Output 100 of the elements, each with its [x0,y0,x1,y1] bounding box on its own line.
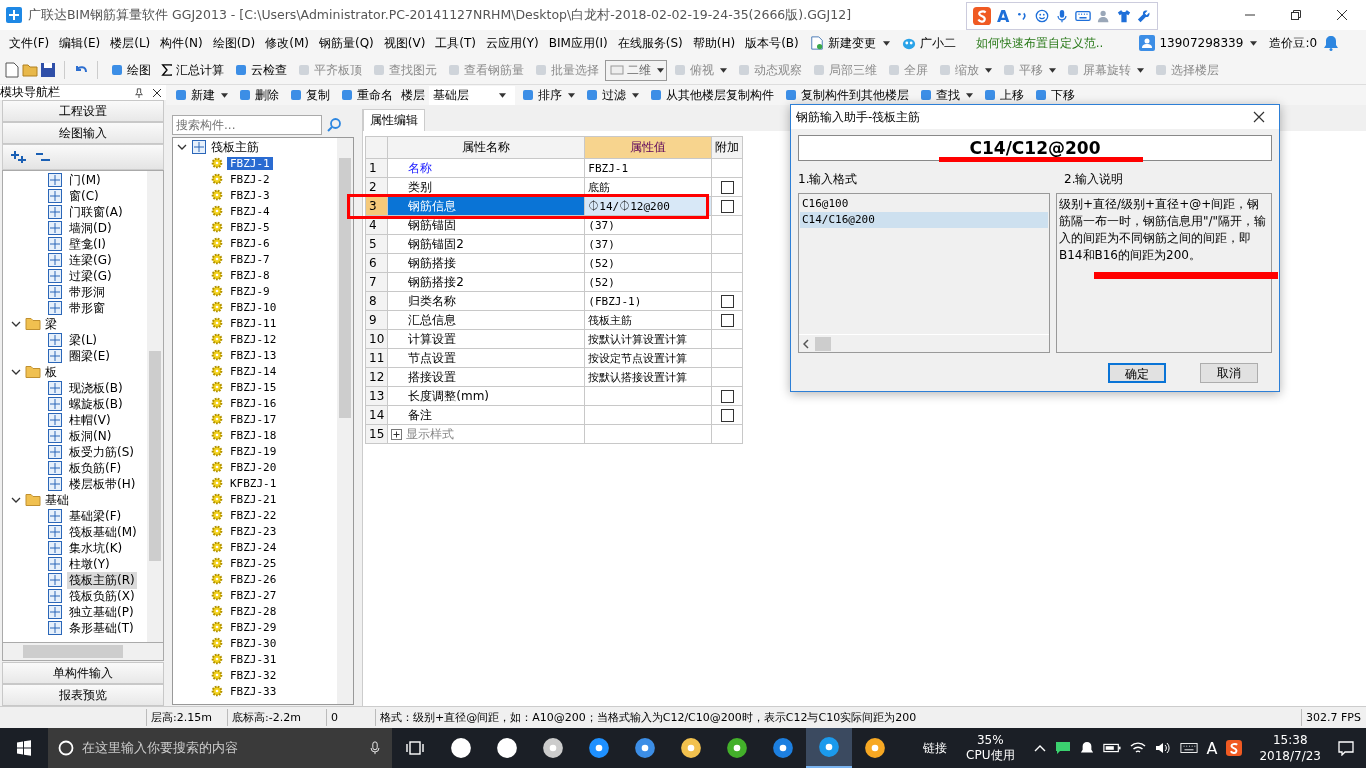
menu-item[interactable]: 帮助(H) [687,34,741,52]
property-value[interactable]: 按默认计算设置计算 [584,329,712,349]
component-item[interactable]: FBZJ-9 [227,284,273,298]
tree-item[interactable]: 柱墩(Y) [67,555,112,573]
toolbar-button[interactable]: 下移 [1030,85,1079,105]
toolbar-button[interactable]: 新建 [170,85,232,105]
component-item[interactable]: FBZJ-10 [227,300,280,314]
toolbar-button[interactable]: 复制 [285,85,334,105]
chat-icon[interactable] [1054,740,1071,756]
component-item[interactable]: FBZJ-30 [227,636,280,650]
component-item[interactable]: FBZJ-22 [227,508,280,522]
restore-icon[interactable] [1290,9,1302,21]
component-item[interactable]: FBZJ-31 [227,652,280,666]
menu-item[interactable]: 文件(F) [4,34,55,52]
tree-item[interactable]: 现浇板(B) [67,379,125,397]
list-item[interactable]: C14/C16@200 [800,212,1048,228]
tree-group[interactable]: 筏板主筋 [211,138,259,156]
component-item[interactable]: FBZJ-21 [227,492,280,506]
tree-item[interactable]: 螺旋板(B) [67,395,125,413]
property-value[interactable]: (37) [584,234,712,254]
component-item[interactable]: FBZJ-23 [227,524,280,538]
new-file-icon[interactable] [4,62,20,78]
menu-item[interactable]: 构件(N) [155,34,208,52]
tree-item[interactable]: 门联窗(A) [67,203,125,221]
tree-item[interactable]: 楼层板带(H) [67,475,138,493]
expand-all-icon[interactable] [11,149,27,165]
tree-item[interactable]: 柱帽(V) [67,411,113,429]
tree-item[interactable]: 带形洞 [67,283,107,301]
clock-date[interactable]: 2018/7/23 [1259,748,1321,764]
clock-time[interactable]: 15:38 [1272,732,1308,748]
component-item[interactable]: FBZJ-16 [227,396,280,410]
module-button[interactable]: 报表预览 [2,684,164,706]
tree-item[interactable]: 过梁(G) [67,267,114,285]
component-item[interactable]: FBZJ-7 [227,252,273,266]
chevron-left-icon[interactable] [803,338,809,349]
checkbox[interactable] [720,200,734,213]
toolbar-button[interactable]: 复制构件到其他楼层 [780,85,913,105]
component-item[interactable]: KFBZJ-1 [227,476,280,490]
tree-item[interactable]: 壁龛(I) [67,235,108,253]
checkbox[interactable] [720,314,734,327]
component-item[interactable]: FBZJ-33 [227,684,280,698]
task-view-icon[interactable] [406,739,424,757]
property-name[interactable]: 显示样式 [387,424,585,444]
tree-item[interactable]: 门(M) [67,171,103,189]
toolbar-button[interactable]: 重命名 [336,85,397,105]
toolbar-button[interactable]: 绘图 [106,60,155,80]
chevron-icon[interactable] [11,319,21,329]
component-item[interactable]: FBZJ-1 [227,156,273,170]
wrench-icon[interactable] [1137,9,1152,23]
search-icon[interactable] [326,117,342,133]
property-value[interactable]: (52) [584,253,712,273]
property-name[interactable]: 汇总信息 [387,310,585,330]
search-field[interactable]: 在这里输入你要搜索的内容 [48,728,392,768]
checkbox[interactable] [720,390,734,403]
menu-item[interactable]: 工具(T) [430,34,482,52]
component-item[interactable]: FBZJ-19 [227,444,280,458]
input-mode[interactable]: A [1206,738,1218,758]
scrollbar-thumb[interactable] [815,336,831,351]
component-item[interactable]: FBZJ-18 [227,428,280,442]
component-item[interactable]: FBZJ-12 [227,332,280,346]
toolbar-button[interactable]: 过滤 [581,85,643,105]
tree-item[interactable]: 板受力筋(S) [67,443,136,461]
component-item[interactable]: FBZJ-20 [227,460,280,474]
menu-item[interactable]: 楼层(L) [105,34,156,52]
menu-item[interactable]: 钢筋量(Q) [313,34,379,52]
assistant-button[interactable]: 广小二 [895,34,962,52]
property-value[interactable]: 按默认搭接设置计算 [584,367,712,387]
module-button[interactable]: 工程设置 [2,100,164,122]
save-icon[interactable] [40,62,56,78]
close-icon[interactable] [1253,111,1265,123]
toolbar-button[interactable]: 删除 [234,85,283,105]
tree-group[interactable]: 梁 [45,315,57,333]
tree-group[interactable]: 基础 [45,491,69,509]
toolbar-button[interactable]: 云检查 [230,60,291,80]
component-item[interactable]: FBZJ-15 [227,380,280,394]
chevron-icon[interactable] [177,142,187,152]
component-item[interactable]: FBZJ-17 [227,412,280,426]
menu-item[interactable]: 视图(V) [378,34,431,52]
menu-item[interactable]: 编辑(E) [54,34,106,52]
new-change-button[interactable]: 新建变更 [803,34,896,52]
property-name[interactable]: 归类名称 [387,291,585,311]
component-item[interactable]: FBZJ-6 [227,236,273,250]
menu-item[interactable]: 绘图(D) [207,34,261,52]
tray-text[interactable]: 链接 [923,739,948,757]
checkbox[interactable] [720,409,734,422]
tree-item[interactable]: 圈梁(E) [67,347,112,365]
menu-item[interactable]: 修改(M) [260,34,314,52]
property-name[interactable]: 节点设置 [387,348,585,368]
tree-item[interactable]: 独立基础(P) [67,603,136,621]
menu-item[interactable]: 在线服务(S) [612,34,688,52]
toolbar-button[interactable]: 上移 [979,85,1028,105]
list-item[interactable]: C16@100 [800,196,1048,212]
notification-icon[interactable] [1338,740,1354,756]
property-name[interactable]: 钢筋搭接 [387,253,585,273]
expand-icon[interactable] [391,428,403,440]
sogou-icon[interactable] [1226,740,1243,756]
property-value[interactable]: (52) [584,272,712,292]
pin-icon[interactable] [134,87,144,98]
component-item[interactable]: FBZJ-27 [227,588,280,602]
property-value[interactable]: 筏板主筋 [584,310,712,330]
